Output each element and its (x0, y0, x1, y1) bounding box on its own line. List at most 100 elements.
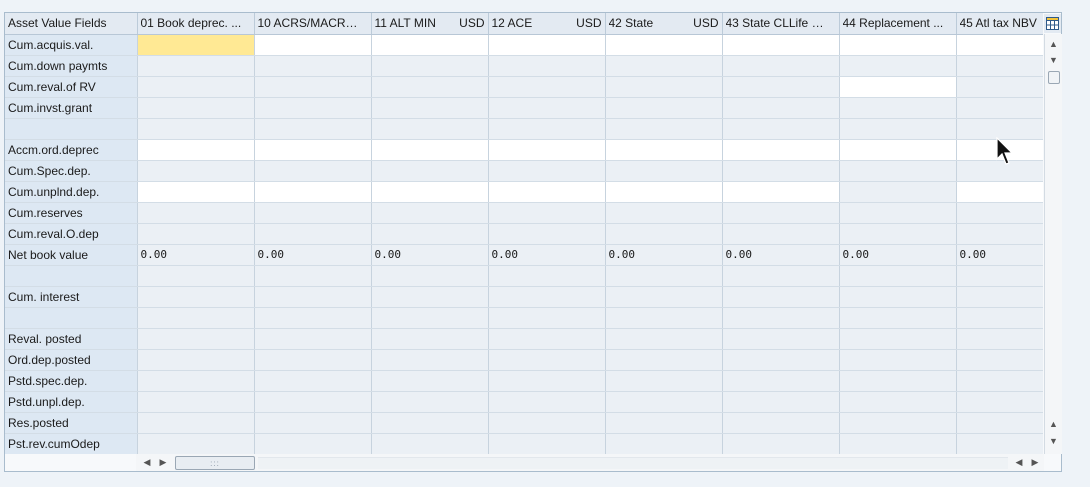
value-cell (137, 286, 255, 308)
scroll-down-bottom-icon[interactable]: ▼ (1045, 433, 1062, 449)
value-cell (722, 328, 840, 350)
value-cell[interactable] (137, 34, 255, 56)
value-cell (254, 370, 372, 392)
scroll-left-icon[interactable]: ◀ (140, 454, 154, 471)
value-cell (254, 97, 372, 119)
value-cell[interactable] (605, 181, 723, 203)
value-cell (722, 370, 840, 392)
value-cell[interactable] (605, 139, 723, 161)
value-cell[interactable] (137, 181, 255, 203)
header-row: Asset Value Fields 01 Book deprec. ... 10… (5, 13, 1043, 35)
value-cell (956, 307, 1043, 329)
value-cell (605, 349, 723, 371)
row-label: Accm.ord.deprec (5, 139, 138, 161)
row-label: Cum.down paymts (5, 55, 138, 77)
row-label: Cum.reval.O.dep (5, 223, 138, 245)
column-header[interactable]: 12 ACE USD (488, 13, 606, 35)
value-cell (722, 202, 840, 224)
value-cell (839, 370, 957, 392)
value-cell[interactable] (956, 139, 1043, 161)
value-cell (839, 118, 957, 140)
value-cell (488, 349, 606, 371)
value-cell[interactable] (371, 139, 489, 161)
value-cell (839, 349, 957, 371)
vertical-scroll-thumb[interactable] (1048, 71, 1060, 84)
value-cell (254, 118, 372, 140)
value-cell[interactable] (488, 139, 606, 161)
column-header[interactable]: 44 Replacement ... (839, 13, 957, 35)
value-cell (605, 55, 723, 77)
scroll-up-bottom-icon[interactable]: ▲ (1045, 416, 1062, 432)
scroll-up-icon[interactable]: ▲ (1045, 36, 1062, 52)
value-cell[interactable] (722, 139, 840, 161)
horizontal-scroll-track[interactable] (258, 457, 1008, 469)
scroll-right-icon[interactable]: ▶ (156, 454, 170, 471)
column-header[interactable]: 43 State CLLife USD (722, 13, 840, 35)
value-cell[interactable] (371, 34, 489, 56)
table-row: Cum.unplnd.dep. (5, 181, 1043, 203)
value-cell (488, 223, 606, 245)
column-currency (247, 16, 251, 30)
value-cell (371, 55, 489, 77)
corner-header[interactable]: Asset Value Fields (5, 13, 138, 35)
value-cell[interactable] (137, 139, 255, 161)
value-cell[interactable] (605, 34, 723, 56)
value-cell[interactable] (722, 34, 840, 56)
value-cell (605, 307, 723, 329)
value-cell (722, 265, 840, 287)
horizontal-scroll-thumb[interactable]: ::: (175, 456, 255, 470)
value-cell (371, 349, 489, 371)
value-cell[interactable] (839, 76, 957, 98)
value-cell (488, 391, 606, 413)
column-header[interactable]: 42 State USD (605, 13, 723, 35)
scroll-right-end-icon[interactable]: ▶ (1028, 454, 1042, 471)
value-cell (371, 433, 489, 454)
row-label: Res.posted (5, 412, 138, 434)
value-cell (254, 265, 372, 287)
value-cell (722, 223, 840, 245)
value-cell (839, 412, 957, 434)
value-cell (605, 391, 723, 413)
value-cell[interactable] (956, 34, 1043, 56)
value-cell (371, 391, 489, 413)
column-currency: USD (693, 16, 719, 31)
value-cell (137, 307, 255, 329)
scroll-left-end-icon[interactable]: ◀ (1012, 454, 1026, 471)
value-cell (371, 97, 489, 119)
table-row: Ord.dep.posted (5, 349, 1043, 371)
value-cell (137, 265, 255, 287)
value-cell: 0.00 (722, 244, 840, 266)
value-cell (254, 307, 372, 329)
value-cell (254, 76, 372, 98)
value-cell[interactable] (254, 139, 372, 161)
column-header[interactable]: 10 ACRS/MACRS ... (254, 13, 372, 35)
value-cell[interactable] (488, 181, 606, 203)
table-row: Cum.invst.grant (5, 97, 1043, 119)
horizontal-scrollbar[interactable]: ◀ ▶ ::: ◀ ▶ (136, 454, 1044, 471)
column-header[interactable]: 01 Book deprec. ... (137, 13, 255, 35)
value-cell (722, 307, 840, 329)
row-label: Cum.unplnd.dep. (5, 181, 138, 203)
column-header-label: 45 Atl tax NBV (959, 16, 1037, 31)
value-cell[interactable] (488, 34, 606, 56)
value-cell[interactable] (254, 181, 372, 203)
asset-values-table: Asset Value Fields 01 Book deprec. ... 10… (5, 13, 1043, 454)
row-label: Pstd.unpl.dep. (5, 391, 138, 413)
vertical-scrollbar[interactable]: ▲ ▼ ▲ ▼ (1044, 34, 1062, 454)
table-layout-button[interactable] (1044, 14, 1061, 33)
table-row: Cum. interest (5, 286, 1043, 308)
value-cell (137, 76, 255, 98)
column-header-label: 42 State (608, 16, 654, 31)
value-cell (137, 433, 255, 454)
value-cell[interactable] (839, 139, 957, 161)
value-cell[interactable] (722, 181, 840, 203)
value-cell[interactable] (956, 181, 1043, 203)
value-cell (254, 202, 372, 224)
scroll-down-icon[interactable]: ▼ (1045, 52, 1062, 68)
value-cell[interactable] (839, 34, 957, 56)
value-cell (488, 202, 606, 224)
value-cell[interactable] (371, 181, 489, 203)
column-header[interactable]: 45 Atl tax NBV (956, 13, 1043, 35)
value-cell[interactable] (254, 34, 372, 56)
column-header[interactable]: 11 ALT MIN USD (371, 13, 489, 35)
